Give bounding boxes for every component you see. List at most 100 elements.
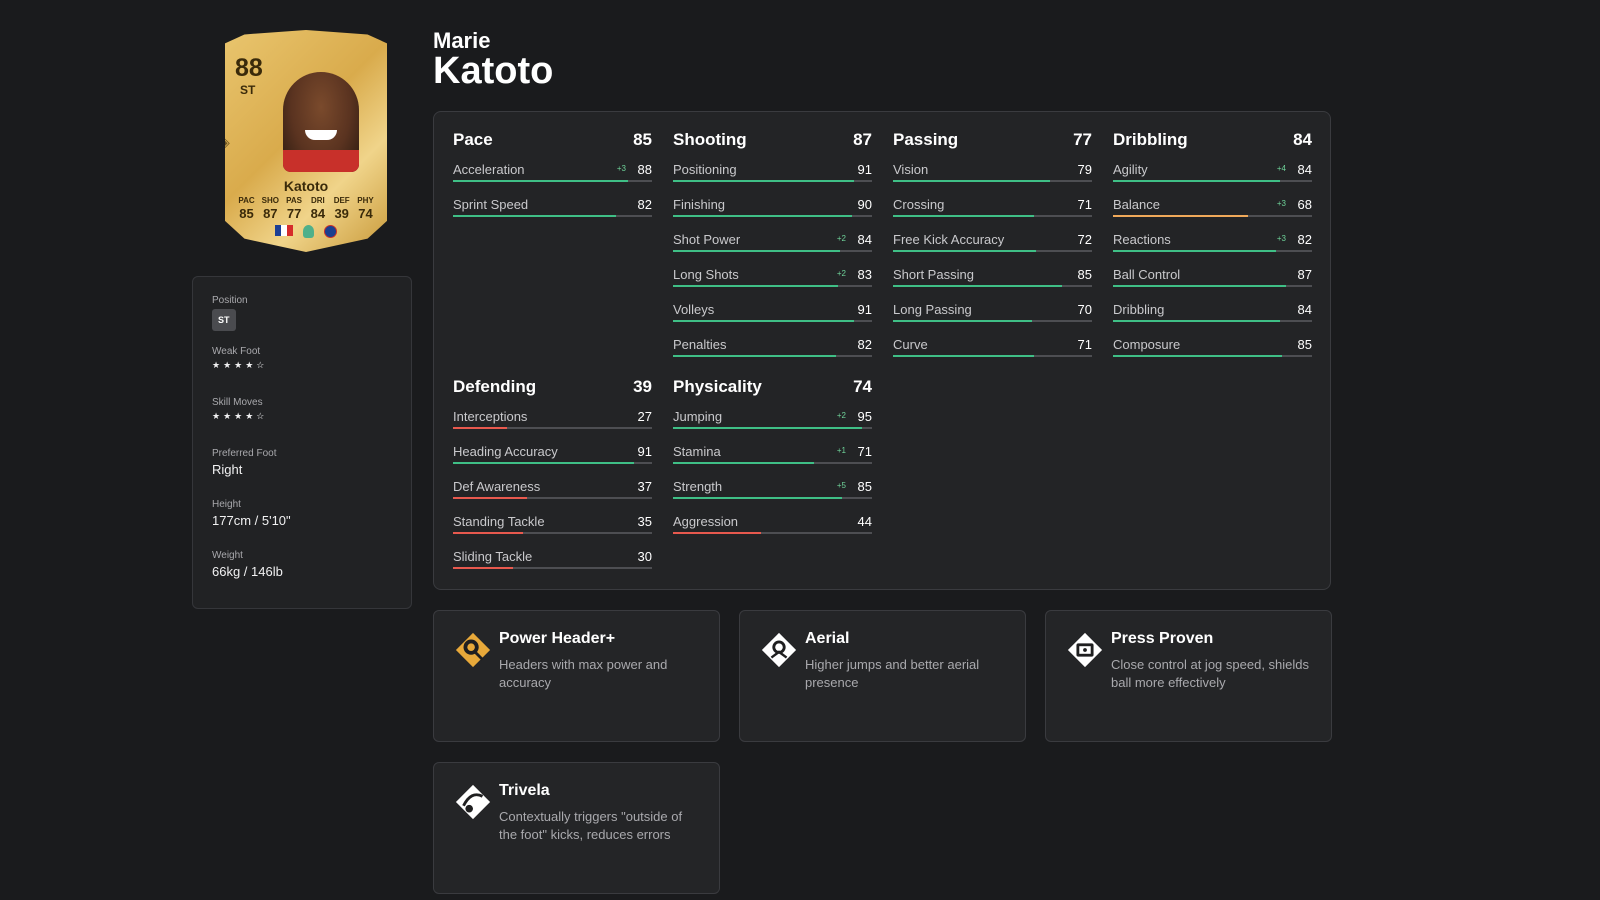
attribute-value: 91 — [857, 302, 872, 317]
attribute-bar-track — [893, 285, 1092, 287]
attribute-row: Crossing 71 — [893, 195, 1092, 230]
attribute-value: 68 — [1297, 197, 1312, 212]
attribute-group-value: 87 — [853, 130, 872, 149]
attribute-group-dribbling: Dribbling 84 Agility +4 84 Balance +3 68 Reactio… — [1113, 130, 1312, 370]
attribute-bar-track — [453, 180, 652, 182]
attribute-name: Balance — [1113, 197, 1160, 212]
attribute-group-value: 39 — [633, 377, 652, 396]
attribute-bar-fill — [893, 215, 1035, 217]
attribute-name: Acceleration — [453, 162, 525, 177]
attribute-value: 35 — [637, 514, 652, 529]
attribute-value: 82 — [637, 197, 652, 212]
card-stat-label: PAC — [238, 196, 255, 205]
card-badges — [225, 225, 387, 238]
attribute-row: Strength +5 85 — [673, 477, 872, 512]
attribute-value: 79 — [1077, 162, 1092, 177]
playstyle-description: Close control at jog speed, shields ball… — [1111, 657, 1310, 690]
attribute-row: Reactions +3 82 — [1113, 230, 1312, 265]
attribute-bar-track — [893, 215, 1092, 217]
attribute-bar-track — [673, 320, 872, 322]
attribute-row: Long Shots +2 83 — [673, 265, 872, 300]
attribute-name: Penalties — [673, 337, 727, 352]
attribute-value: 87 — [1297, 267, 1312, 282]
power-header-icon — [455, 632, 491, 668]
playstyle-card-power-header[interactable]: Power Header+ Headers with max power and… — [433, 610, 720, 742]
playstyle-description: Higher jumps and better aerial presence — [805, 657, 980, 690]
card-stat-label: PAS — [286, 196, 303, 205]
attribute-bar-fill — [453, 215, 617, 217]
playstyle-card-press-proven[interactable]: Press Proven Close control at jog speed,… — [1045, 610, 1332, 742]
attribute-bonus: +2 — [836, 234, 846, 243]
attribute-bonus: +2 — [836, 411, 846, 420]
playstyle-title: Trivela — [499, 782, 550, 799]
attribute-bar-track — [453, 215, 652, 217]
weight-value: 66kg / 146lb — [212, 564, 283, 579]
card-stat-value: 85 — [239, 206, 254, 221]
attribute-row: Standing Tackle 35 — [453, 512, 652, 547]
attribute-bar-track — [1113, 285, 1312, 287]
attribute-bonus: +3 — [616, 164, 626, 173]
weight-label: Weight — [212, 550, 243, 561]
attribute-value: 95 — [857, 409, 872, 424]
attribute-group-title: Defending — [453, 377, 537, 396]
attribute-value: 37 — [637, 479, 652, 494]
attribute-bar-track — [673, 355, 872, 357]
card-stat-value: 87 — [263, 206, 278, 221]
attribute-value: 30 — [637, 549, 652, 564]
attribute-bar-fill — [893, 180, 1051, 182]
attribute-bar-track — [893, 355, 1092, 357]
attribute-bar-fill — [1113, 180, 1281, 182]
card-stat-label: DEF — [333, 196, 350, 205]
attribute-name: Stamina — [673, 444, 721, 459]
attribute-bar-fill — [893, 285, 1063, 287]
attribute-bar-fill — [1113, 320, 1281, 322]
card-rating: 88 — [235, 54, 263, 82]
attribute-bar-fill — [673, 355, 837, 357]
playstyle-card-aerial[interactable]: Aerial Higher jumps and better aerial pr… — [739, 610, 1026, 742]
attribute-group-header: Defending 39 — [453, 377, 652, 407]
weak-foot-stars: ★★★★☆ — [212, 360, 268, 370]
player-info-panel: Position ST Weak Foot ★★★★☆ Skill Moves … — [192, 276, 412, 609]
playstyle-description: Contextually triggers "outside of the fo… — [499, 809, 683, 842]
attribute-name: Finishing — [673, 197, 726, 212]
attribute-bar-fill — [673, 532, 761, 534]
attribute-bar-fill — [673, 497, 843, 499]
attribute-bar-track — [1113, 355, 1312, 357]
attribute-bar-track — [453, 497, 652, 499]
france-flag-icon — [275, 225, 293, 236]
attribute-group-title: Shooting — [673, 130, 747, 149]
attribute-bar-track — [673, 180, 872, 182]
attribute-row: Aggression 44 — [673, 512, 872, 547]
attribute-bonus: +3 — [1276, 199, 1286, 208]
attribute-value: 27 — [637, 409, 652, 424]
attribute-name: Reactions — [1113, 232, 1171, 247]
attribute-bar-fill — [893, 320, 1033, 322]
attribute-bar-track — [673, 462, 872, 464]
attribute-bar-fill — [453, 497, 527, 499]
attribute-group-title: Dribbling — [1113, 130, 1188, 149]
preferred-foot-value: Right — [212, 462, 243, 477]
attribute-bar-fill — [453, 180, 629, 182]
attribute-group-header: Pace 85 — [453, 130, 652, 160]
attribute-bar-fill — [453, 532, 523, 534]
attribute-row: Composure 85 — [1113, 335, 1312, 370]
attribute-group-header: Shooting 87 — [673, 130, 872, 160]
attribute-row: Def Awareness 37 — [453, 477, 652, 512]
attribute-value: 44 — [857, 514, 872, 529]
playstyle-card-trivela[interactable]: Trivela Contextually triggers "outside o… — [433, 762, 720, 894]
attribute-name: Def Awareness — [453, 479, 541, 494]
attribute-value: 91 — [857, 162, 872, 177]
attribute-group-passing: Passing 77 Vision 79 Crossing 71 Free Kick Acc… — [893, 130, 1092, 370]
attribute-bar-track — [893, 250, 1092, 252]
attribute-name: Free Kick Accuracy — [893, 232, 1005, 247]
attribute-name: Positioning — [673, 162, 737, 177]
edit-icon[interactable]: ◈ — [225, 134, 230, 151]
attribute-row: Penalties 82 — [673, 335, 872, 370]
attribute-name: Vision — [893, 162, 929, 177]
attribute-bar-fill — [893, 355, 1035, 357]
card-stat-value: 74 — [358, 206, 373, 221]
attribute-name: Dribbling — [1113, 302, 1165, 317]
attribute-row: Ball Control 87 — [1113, 265, 1312, 300]
card-position: ST — [240, 83, 256, 97]
attribute-name: Strength — [673, 479, 723, 494]
